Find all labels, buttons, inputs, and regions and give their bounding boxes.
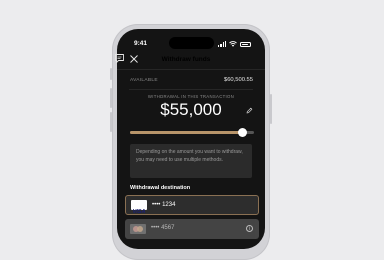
battery-icon <box>240 41 251 47</box>
available-divider <box>129 89 253 90</box>
withdrawal-label: WITHDRAWAL IN THIS TRANSACTION <box>147 94 235 99</box>
status-icons <box>218 40 251 47</box>
dynamic-island <box>169 37 214 49</box>
action-button <box>110 68 112 80</box>
visa-icon: VISA <box>131 200 147 215</box>
slider-fill <box>130 131 243 134</box>
power-button <box>270 94 272 124</box>
volume-up-button <box>110 88 112 108</box>
destination-title: Withdrawal destination <box>130 185 191 191</box>
card-number: •••• 1234 <box>152 202 176 208</box>
available-label: AVAILABLE <box>130 78 158 83</box>
header-divider <box>117 69 265 70</box>
page-title: Withdraw funds <box>161 56 211 63</box>
status-time: 9:41 <box>134 40 148 47</box>
info-text: Depending on the amount you want to with… <box>136 149 243 163</box>
wifi-icon <box>229 41 237 47</box>
info-icon[interactable]: i <box>246 225 253 232</box>
withdrawal-amount[interactable]: $55,000 <box>117 100 265 120</box>
card-option-visa[interactable]: VISA •••• 1234 <box>125 195 259 215</box>
info-message: Depending on the amount you want to with… <box>130 144 252 178</box>
pencil-icon[interactable] <box>246 107 253 114</box>
mastercard-icon <box>130 224 146 234</box>
close-icon[interactable] <box>129 54 139 64</box>
signal-icon <box>218 40 226 47</box>
volume-down-button <box>110 112 112 132</box>
amount-slider[interactable] <box>130 128 254 137</box>
chat-icon[interactable] <box>114 53 125 64</box>
card-number: •••• 4567 <box>151 225 175 231</box>
card-option-mastercard[interactable]: •••• 4567 i <box>125 219 259 239</box>
available-value: $60,500.55 <box>223 77 253 83</box>
